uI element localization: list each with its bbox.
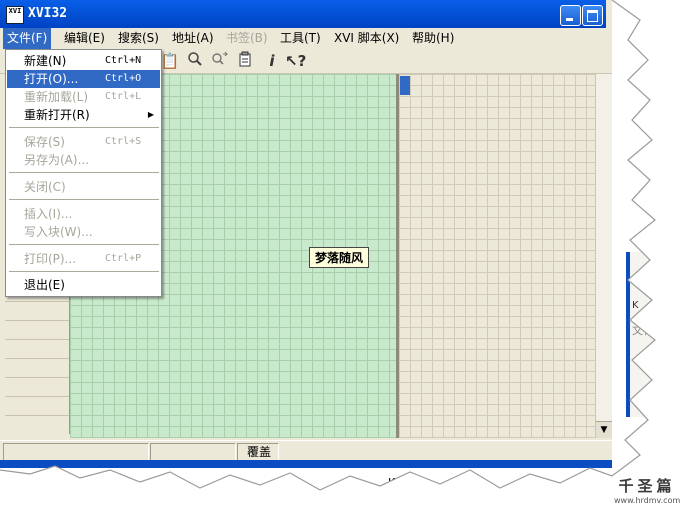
- menu-item-label: 打印(P)...: [24, 252, 77, 266]
- window-title: XVI32: [28, 6, 68, 21]
- menu-item-shortcut: Ctrl+N: [105, 55, 142, 66]
- submenu-arrow-icon: ▶: [147, 110, 154, 119]
- status-cell: [3, 443, 149, 461]
- menu-file[interactable]: 文件(F): [3, 28, 52, 49]
- menu-item-label: 打开(O)...: [24, 72, 79, 86]
- menu-separator: [9, 127, 159, 128]
- menu-item-new[interactable]: 新建(N) Ctrl+N: [7, 52, 160, 70]
- menu-item-shortcut: Ctrl+O: [105, 73, 142, 84]
- text-cursor: [400, 76, 410, 95]
- menu-xvi-script[interactable]: XVI 脚本(X): [330, 28, 403, 49]
- site-watermark: 千圣篇 www.hrdmv.com: [614, 475, 680, 505]
- menu-item-write-block[interactable]: 写入块(W)...: [7, 223, 160, 241]
- menu-separator: [9, 244, 159, 245]
- size-unit-label: KB: [388, 476, 403, 489]
- menu-item-open[interactable]: 打开(O)... Ctrl+O: [7, 70, 160, 88]
- background-window-text: K: [632, 300, 639, 311]
- menu-item-reopen[interactable]: 重新打开(R) ▶: [7, 106, 160, 124]
- menu-item-save[interactable]: 保存(S) Ctrl+S: [7, 133, 160, 151]
- menu-bar: 文件(F) 编辑(E) 搜索(S) 地址(A) 书签(B) 工具(T) XVI …: [0, 28, 612, 49]
- menu-item-print[interactable]: 打印(P)... Ctrl+P: [7, 250, 160, 268]
- replace-icon[interactable]: [210, 51, 230, 71]
- menu-separator: [9, 172, 159, 173]
- menu-edit[interactable]: 编辑(E): [60, 28, 109, 49]
- taskbar-strip: [0, 460, 612, 468]
- menu-separator: [9, 199, 159, 200]
- menu-separator: [9, 271, 159, 272]
- menu-item-label: 插入(I)...: [24, 207, 73, 221]
- menu-item-shortcut: Ctrl+P: [105, 253, 142, 264]
- maximize-button[interactable]: [582, 5, 603, 26]
- clipboard-icon[interactable]: [235, 51, 255, 71]
- menu-item-label: 新建(N): [24, 54, 67, 68]
- menu-tools[interactable]: 工具(T): [276, 28, 325, 49]
- menu-item-label: 保存(S): [24, 135, 65, 149]
- menu-item-label: 重新打开(R): [24, 108, 90, 122]
- menu-item-shortcut: Ctrl+S: [105, 136, 142, 147]
- menu-address[interactable]: 地址(A): [168, 28, 218, 49]
- menu-item-close[interactable]: 关闭(C): [7, 178, 160, 196]
- menu-item-save-as[interactable]: 另存为(A)...: [7, 151, 160, 169]
- menu-item-label: 重新加载(L): [24, 90, 89, 104]
- vertical-scrollbar[interactable]: ▼: [595, 74, 612, 438]
- menu-search[interactable]: 搜索(S): [114, 28, 163, 49]
- info-icon[interactable]: i: [262, 51, 282, 71]
- file-menu-dropdown: 新建(N) Ctrl+N 打开(O)... Ctrl+O 重新加载(L) Ctr…: [5, 49, 162, 297]
- menu-bookmarks[interactable]: 书签(B): [222, 28, 272, 49]
- overlay-label: 梦落随风: [309, 247, 370, 268]
- background-window-text: 文化: [632, 324, 654, 337]
- menu-item-insert[interactable]: 插入(I)...: [7, 205, 160, 223]
- brand-name: 千圣篇: [618, 477, 676, 495]
- menu-item-label: 退出(E): [24, 278, 65, 292]
- text-pane[interactable]: [399, 74, 595, 438]
- menu-help[interactable]: 帮助(H): [408, 28, 458, 49]
- menu-item-reload[interactable]: 重新加载(L) Ctrl+L: [7, 88, 160, 106]
- menu-item-shortcut: Ctrl+L: [105, 91, 142, 102]
- mode-indicator: 覆盖: [247, 445, 272, 459]
- search-icon[interactable]: [185, 51, 205, 71]
- brand-url: www.hrdmv.com: [614, 496, 681, 505]
- status-bar: 覆盖: [0, 440, 612, 461]
- menu-item-label: 写入块(W)...: [24, 225, 93, 239]
- menu-item-exit[interactable]: 退出(E): [7, 276, 160, 294]
- status-cell: [150, 443, 236, 461]
- scroll-down-arrow-icon[interactable]: ▼: [596, 421, 612, 438]
- menu-item-label: 另存为(A)...: [24, 153, 90, 167]
- paste-icon[interactable]: 📋: [160, 51, 180, 71]
- help-pointer-icon[interactable]: ↖?: [285, 51, 306, 71]
- app-icon: XVI: [6, 6, 24, 24]
- menu-item-label: 关闭(C): [24, 180, 66, 194]
- title-bar[interactable]: XVI XVI32: [0, 0, 606, 28]
- minimize-button[interactable]: [560, 5, 581, 26]
